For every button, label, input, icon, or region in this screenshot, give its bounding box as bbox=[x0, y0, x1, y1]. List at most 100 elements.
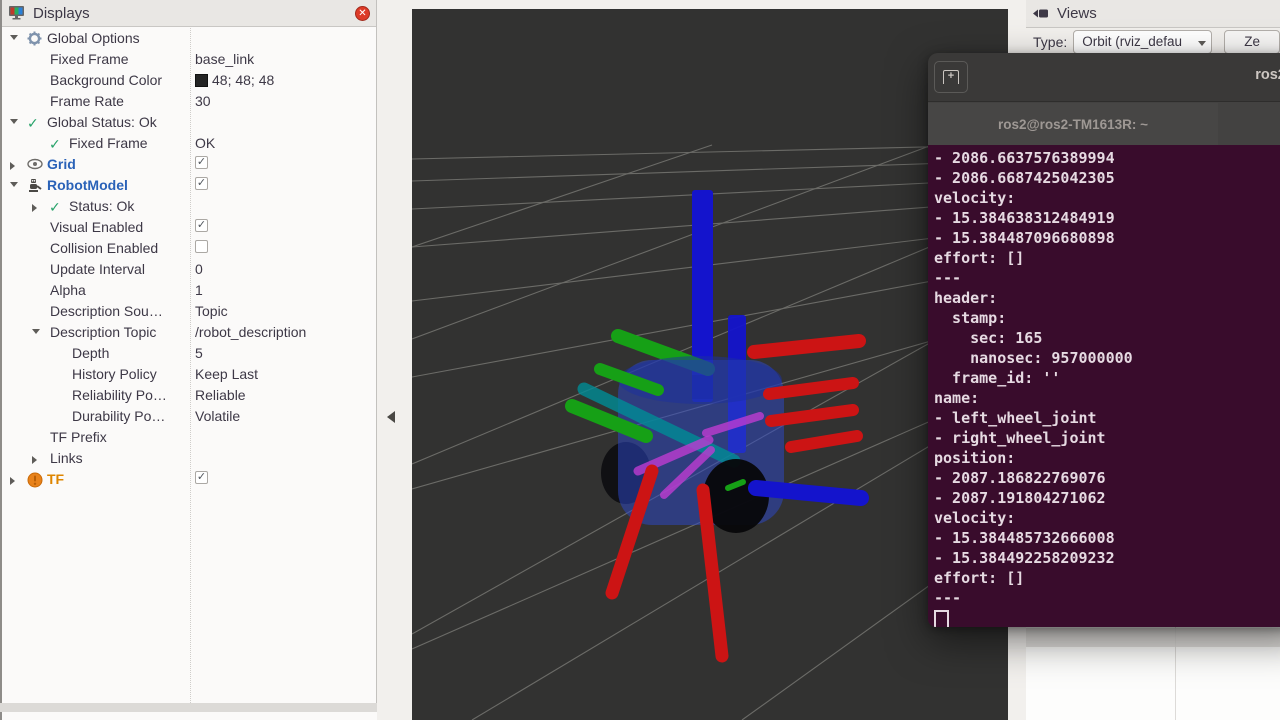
expander-icon[interactable] bbox=[32, 456, 37, 464]
rviz-application: Displays ✕ Global OptionsFixed Framebase… bbox=[0, 0, 1280, 720]
terminal-line: velocity: bbox=[934, 508, 1280, 528]
display-row[interactable]: Update Interval 0 bbox=[2, 259, 376, 280]
value-text: Volatile bbox=[195, 408, 240, 424]
displays-panel-icon bbox=[8, 5, 26, 21]
checkbox[interactable]: ✓ bbox=[195, 177, 208, 190]
checkbox[interactable]: ✓ bbox=[195, 156, 208, 169]
property-label: Description Sou… bbox=[50, 303, 163, 319]
zero-button[interactable]: Ze bbox=[1224, 30, 1280, 54]
expander-icon[interactable] bbox=[10, 182, 18, 187]
views-panel-titlebar[interactable]: Views bbox=[1026, 0, 1280, 28]
value-text: 5 bbox=[195, 345, 203, 361]
property-value[interactable]: 48; 48; 48 bbox=[195, 72, 274, 88]
property-value: ✓ bbox=[195, 471, 208, 484]
property-label: RobotModel bbox=[47, 177, 128, 193]
property-label: Grid bbox=[47, 156, 76, 172]
display-row[interactable]: Depth5 bbox=[2, 343, 376, 364]
new-tab-button[interactable]: + bbox=[934, 61, 968, 93]
display-row[interactable]: RobotModel ✓ bbox=[2, 175, 376, 196]
tf-icon bbox=[27, 472, 43, 488]
property-value[interactable]: 5 bbox=[195, 345, 203, 361]
display-row[interactable]: ✓Fixed Frame OK bbox=[2, 133, 376, 154]
views-type-dropdown[interactable]: Orbit (rviz_defau bbox=[1073, 30, 1212, 54]
display-row[interactable]: Visual Enabled✓ bbox=[2, 217, 376, 238]
property-value[interactable]: 30 bbox=[195, 93, 211, 109]
property-label: History Policy bbox=[72, 366, 157, 382]
terminal-line: - left_wheel_joint bbox=[934, 408, 1280, 428]
terminal-window[interactable]: + ros2@ ros2@ros2-TM1613R: ~ - 2086.6637… bbox=[928, 53, 1280, 627]
property-value[interactable]: Topic bbox=[195, 303, 228, 319]
display-row[interactable]: Description Topic/robot_description bbox=[2, 322, 376, 343]
value-text: OK bbox=[195, 135, 215, 151]
terminal-line: effort: [] bbox=[934, 568, 1280, 588]
property-value[interactable]: Volatile bbox=[195, 408, 240, 424]
property-value[interactable]: Reliable bbox=[195, 387, 246, 403]
property-label: Reliability Po… bbox=[72, 387, 167, 403]
display-row[interactable]: TF Prefix bbox=[2, 427, 376, 448]
display-row[interactable]: Collision Enabled bbox=[2, 238, 376, 259]
display-row[interactable]: History Policy Keep Last bbox=[2, 364, 376, 385]
horizontal-splitter[interactable] bbox=[0, 703, 377, 712]
panel-splitter[interactable] bbox=[377, 0, 412, 720]
property-value[interactable]: base_link bbox=[195, 51, 254, 67]
expander-icon[interactable] bbox=[10, 119, 18, 124]
property-value[interactable]: Keep Last bbox=[195, 366, 258, 382]
display-row[interactable]: ✓Global Status: Ok bbox=[2, 112, 376, 133]
display-row[interactable]: Fixed Framebase_link bbox=[2, 49, 376, 70]
collapse-arrow-icon[interactable] bbox=[387, 411, 395, 423]
property-value: ✓ bbox=[195, 219, 208, 232]
display-row[interactable]: Grid ✓ bbox=[2, 154, 376, 175]
display-row[interactable]: Global Options bbox=[2, 28, 376, 49]
displays-panel-titlebar[interactable]: Displays ✕ bbox=[2, 0, 376, 27]
property-label: Global Options bbox=[47, 30, 140, 46]
checkbox[interactable] bbox=[195, 240, 208, 253]
display-row[interactable]: Alpha1 bbox=[2, 280, 376, 301]
terminal-output[interactable]: - 2086.6637576389994- 2086.6687425042305… bbox=[928, 145, 1280, 627]
display-row[interactable]: Durability Po…Volatile bbox=[2, 406, 376, 427]
terminal-headerbar[interactable]: + ros2@ bbox=[928, 53, 1280, 101]
terminal-cursor bbox=[934, 610, 949, 627]
checkbox[interactable]: ✓ bbox=[195, 471, 208, 484]
property-label: Frame Rate bbox=[50, 93, 124, 109]
property-label: Collision Enabled bbox=[50, 240, 158, 256]
terminal-line: stamp: bbox=[934, 308, 1280, 328]
close-icon[interactable]: ✕ bbox=[355, 6, 370, 21]
terminal-line: --- bbox=[934, 268, 1280, 288]
property-label: Update Interval bbox=[50, 261, 145, 277]
terminal-line: position: bbox=[934, 448, 1280, 468]
expander-icon[interactable] bbox=[32, 329, 40, 334]
display-row[interactable]: Frame Rate 30 bbox=[2, 91, 376, 112]
value-text: Topic bbox=[195, 303, 228, 319]
terminal-line: - 15.384492258209232 bbox=[934, 548, 1280, 568]
3d-scene bbox=[412, 9, 1008, 720]
expander-icon[interactable] bbox=[10, 477, 15, 485]
views-toolbar: Type: Orbit (rviz_defau Ze bbox=[1026, 28, 1280, 55]
expander-icon[interactable] bbox=[10, 162, 15, 170]
property-value: ✓ bbox=[195, 177, 208, 190]
display-row[interactable]: Links bbox=[2, 448, 376, 469]
property-value[interactable]: 0 bbox=[195, 261, 203, 277]
display-row[interactable]: Description Sou… Topic bbox=[2, 301, 376, 322]
property-label: Fixed Frame bbox=[69, 135, 148, 151]
display-row[interactable]: ✓Status: Ok bbox=[2, 196, 376, 217]
checkbox[interactable]: ✓ bbox=[195, 219, 208, 232]
terminal-window-title: ros2@ bbox=[1255, 67, 1280, 83]
display-row[interactable]: Background Color48; 48; 48 bbox=[2, 70, 376, 91]
terminal-tab[interactable]: ros2@ros2-TM1613R: ~ bbox=[928, 103, 1218, 146]
property-value[interactable]: /robot_description bbox=[195, 324, 306, 340]
display-row[interactable]: TF✓ bbox=[2, 469, 376, 490]
eye-icon bbox=[27, 157, 43, 173]
robot-icon bbox=[27, 178, 43, 194]
expander-icon[interactable] bbox=[32, 204, 37, 212]
check-icon: ✓ bbox=[27, 115, 43, 131]
color-swatch bbox=[195, 74, 208, 87]
3d-viewport[interactable] bbox=[412, 9, 1008, 720]
property-label: Description Topic bbox=[50, 324, 156, 340]
check-icon: ✓ bbox=[49, 136, 65, 152]
expander-icon[interactable] bbox=[10, 35, 18, 40]
property-value[interactable]: OK bbox=[195, 135, 215, 151]
terminal-tabbar[interactable]: ros2@ros2-TM1613R: ~ bbox=[928, 101, 1280, 146]
property-value[interactable]: 1 bbox=[195, 282, 203, 298]
display-row[interactable]: Reliability Po… Reliable bbox=[2, 385, 376, 406]
value-text: 0 bbox=[195, 261, 203, 277]
